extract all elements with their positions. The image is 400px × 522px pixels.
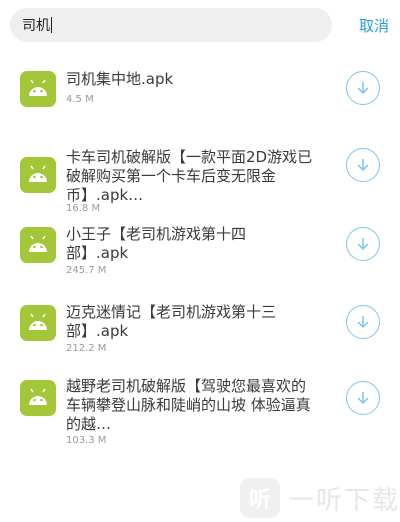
download-arrow-icon: [357, 159, 369, 172]
search-input[interactable]: 司机: [22, 15, 52, 35]
android-icon: [20, 157, 56, 193]
watermark-text: 一听下载: [288, 485, 400, 516]
search-bar[interactable]: 司机: [10, 8, 332, 42]
search-input-value[interactable]: 司机: [22, 15, 50, 35]
cancel-button[interactable]: 取消: [359, 15, 389, 36]
watermark-logo: 听 一听下载: [240, 478, 400, 518]
android-icon: [20, 305, 56, 341]
download-button[interactable]: [346, 71, 380, 105]
result-size: 4.5 M: [66, 94, 94, 105]
android-icon: [20, 71, 56, 107]
download-button[interactable]: [346, 381, 380, 415]
download-arrow-icon: [357, 238, 369, 251]
text-caret: [51, 17, 52, 33]
result-title[interactable]: 迈克迷情记【老司机游戏第十三部】.apk: [66, 303, 306, 341]
result-title[interactable]: 越野老司机破解版【驾驶您最喜欢的车辆攀登山脉和陡峭的山坡 体验逼真的越…: [66, 377, 316, 434]
result-size: 245.7 M: [66, 265, 107, 276]
result-size: 103.3 M: [66, 435, 107, 446]
android-icon: [20, 380, 56, 416]
download-button[interactable]: [346, 305, 380, 339]
download-button[interactable]: [346, 148, 380, 182]
result-title[interactable]: 小王子【老司机游戏第十四部】.apk: [66, 225, 276, 263]
android-icon: [20, 227, 56, 263]
download-arrow-icon: [357, 392, 369, 405]
result-size: 16.8 M: [66, 203, 101, 214]
download-button[interactable]: [346, 227, 380, 261]
watermark-icon: 听: [240, 478, 280, 518]
result-size: 212.2 M: [66, 343, 107, 354]
result-title[interactable]: 卡车司机破解版【一款平面2D游戏已破解购买第一个卡车后变无限金币】.apk…: [66, 148, 316, 205]
result-title[interactable]: 司机集中地.apk: [66, 70, 326, 89]
download-arrow-icon: [357, 316, 369, 329]
download-arrow-icon: [357, 82, 369, 95]
